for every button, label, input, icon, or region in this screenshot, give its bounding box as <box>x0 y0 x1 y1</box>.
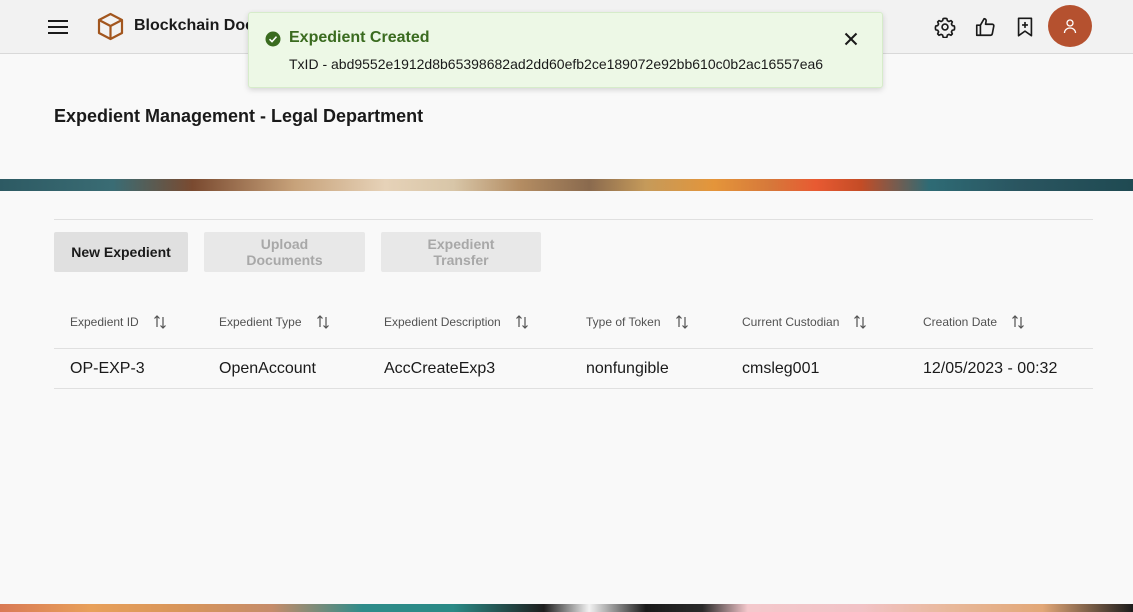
divider <box>54 219 1093 220</box>
column-header-type-of-token[interactable]: Type of Token <box>586 302 690 342</box>
column-header-current-custodian[interactable]: Current Custodian <box>742 302 868 342</box>
user-avatar-button[interactable] <box>1048 5 1092 47</box>
thumbs-up-button[interactable] <box>969 11 1001 43</box>
cube-logo-icon <box>97 12 124 41</box>
sort-icon <box>675 315 688 329</box>
settings-icon <box>934 17 956 38</box>
app-title[interactable]: Blockchain Doc <box>134 17 254 35</box>
column-header-creation-date[interactable]: Creation Date <box>923 302 1026 342</box>
column-header-expedient-type[interactable]: Expedient Type <box>219 302 331 342</box>
toast-message: TxID - abd9552e1912d8b65398682ad2dd60efb… <box>289 56 824 72</box>
sort-icon <box>1012 315 1024 329</box>
table-header: Expedient ID Expedient Type Expedient De… <box>54 302 1093 349</box>
column-label: Current Custodian <box>742 315 840 329</box>
column-header-expedient-id[interactable]: Expedient ID <box>70 302 168 342</box>
cell-expedient-description: AccCreateExp3 <box>384 360 496 377</box>
cell-type-of-token: nonfungible <box>586 360 669 377</box>
bookmark-add-icon <box>1017 17 1033 37</box>
sort-icon <box>153 315 166 329</box>
user-avatar-icon <box>1063 19 1077 34</box>
check-circle-icon <box>265 31 281 47</box>
sort-icon <box>316 315 329 329</box>
decorative-footer-banner <box>0 604 1133 612</box>
bookmark-add-button[interactable] <box>1009 11 1041 43</box>
cell-creation-date: 12/05/2023 - 00:32 <box>923 360 1058 377</box>
cell-expedient-type: OpenAccount <box>219 360 316 377</box>
column-label: Type of Token <box>586 315 661 329</box>
menu-icon <box>48 20 68 34</box>
upload-documents-button[interactable]: Upload Documents <box>204 232 365 272</box>
page-title: Expedient Management - Legal Department <box>54 106 424 126</box>
success-toast: Expedient Created TxID - abd9552e1912d8b… <box>248 12 883 88</box>
sort-icon <box>854 315 867 329</box>
cell-current-custodian: cmsleg001 <box>742 360 820 377</box>
new-expedient-button[interactable]: New Expedient <box>54 232 188 272</box>
decorative-banner <box>0 179 1133 191</box>
column-label: Expedient Description <box>384 315 501 329</box>
toast-close-button[interactable] <box>837 25 865 53</box>
menu-button[interactable] <box>40 9 76 45</box>
cell-expedient-id: OP-EXP-3 <box>70 360 145 377</box>
expedient-transfer-button[interactable]: Expedient Transfer <box>381 232 541 272</box>
expedients-table: Expedient ID Expedient Type Expedient De… <box>54 302 1093 389</box>
close-icon <box>844 32 858 46</box>
thumbs-up-icon <box>975 17 995 37</box>
sort-icon <box>515 315 528 329</box>
column-label: Expedient ID <box>70 315 139 329</box>
settings-button[interactable] <box>929 11 961 43</box>
column-header-expedient-description[interactable]: Expedient Description <box>384 302 530 342</box>
app-page: Blockchain Doc Expedient Created TxID - … <box>0 0 1133 612</box>
column-label: Creation Date <box>923 315 998 329</box>
table-row[interactable]: OP-EXP-3 OpenAccount AccCreateExp3 nonfu… <box>54 349 1093 389</box>
toast-title: Expedient Created <box>289 29 430 46</box>
column-label: Expedient Type <box>219 315 302 329</box>
